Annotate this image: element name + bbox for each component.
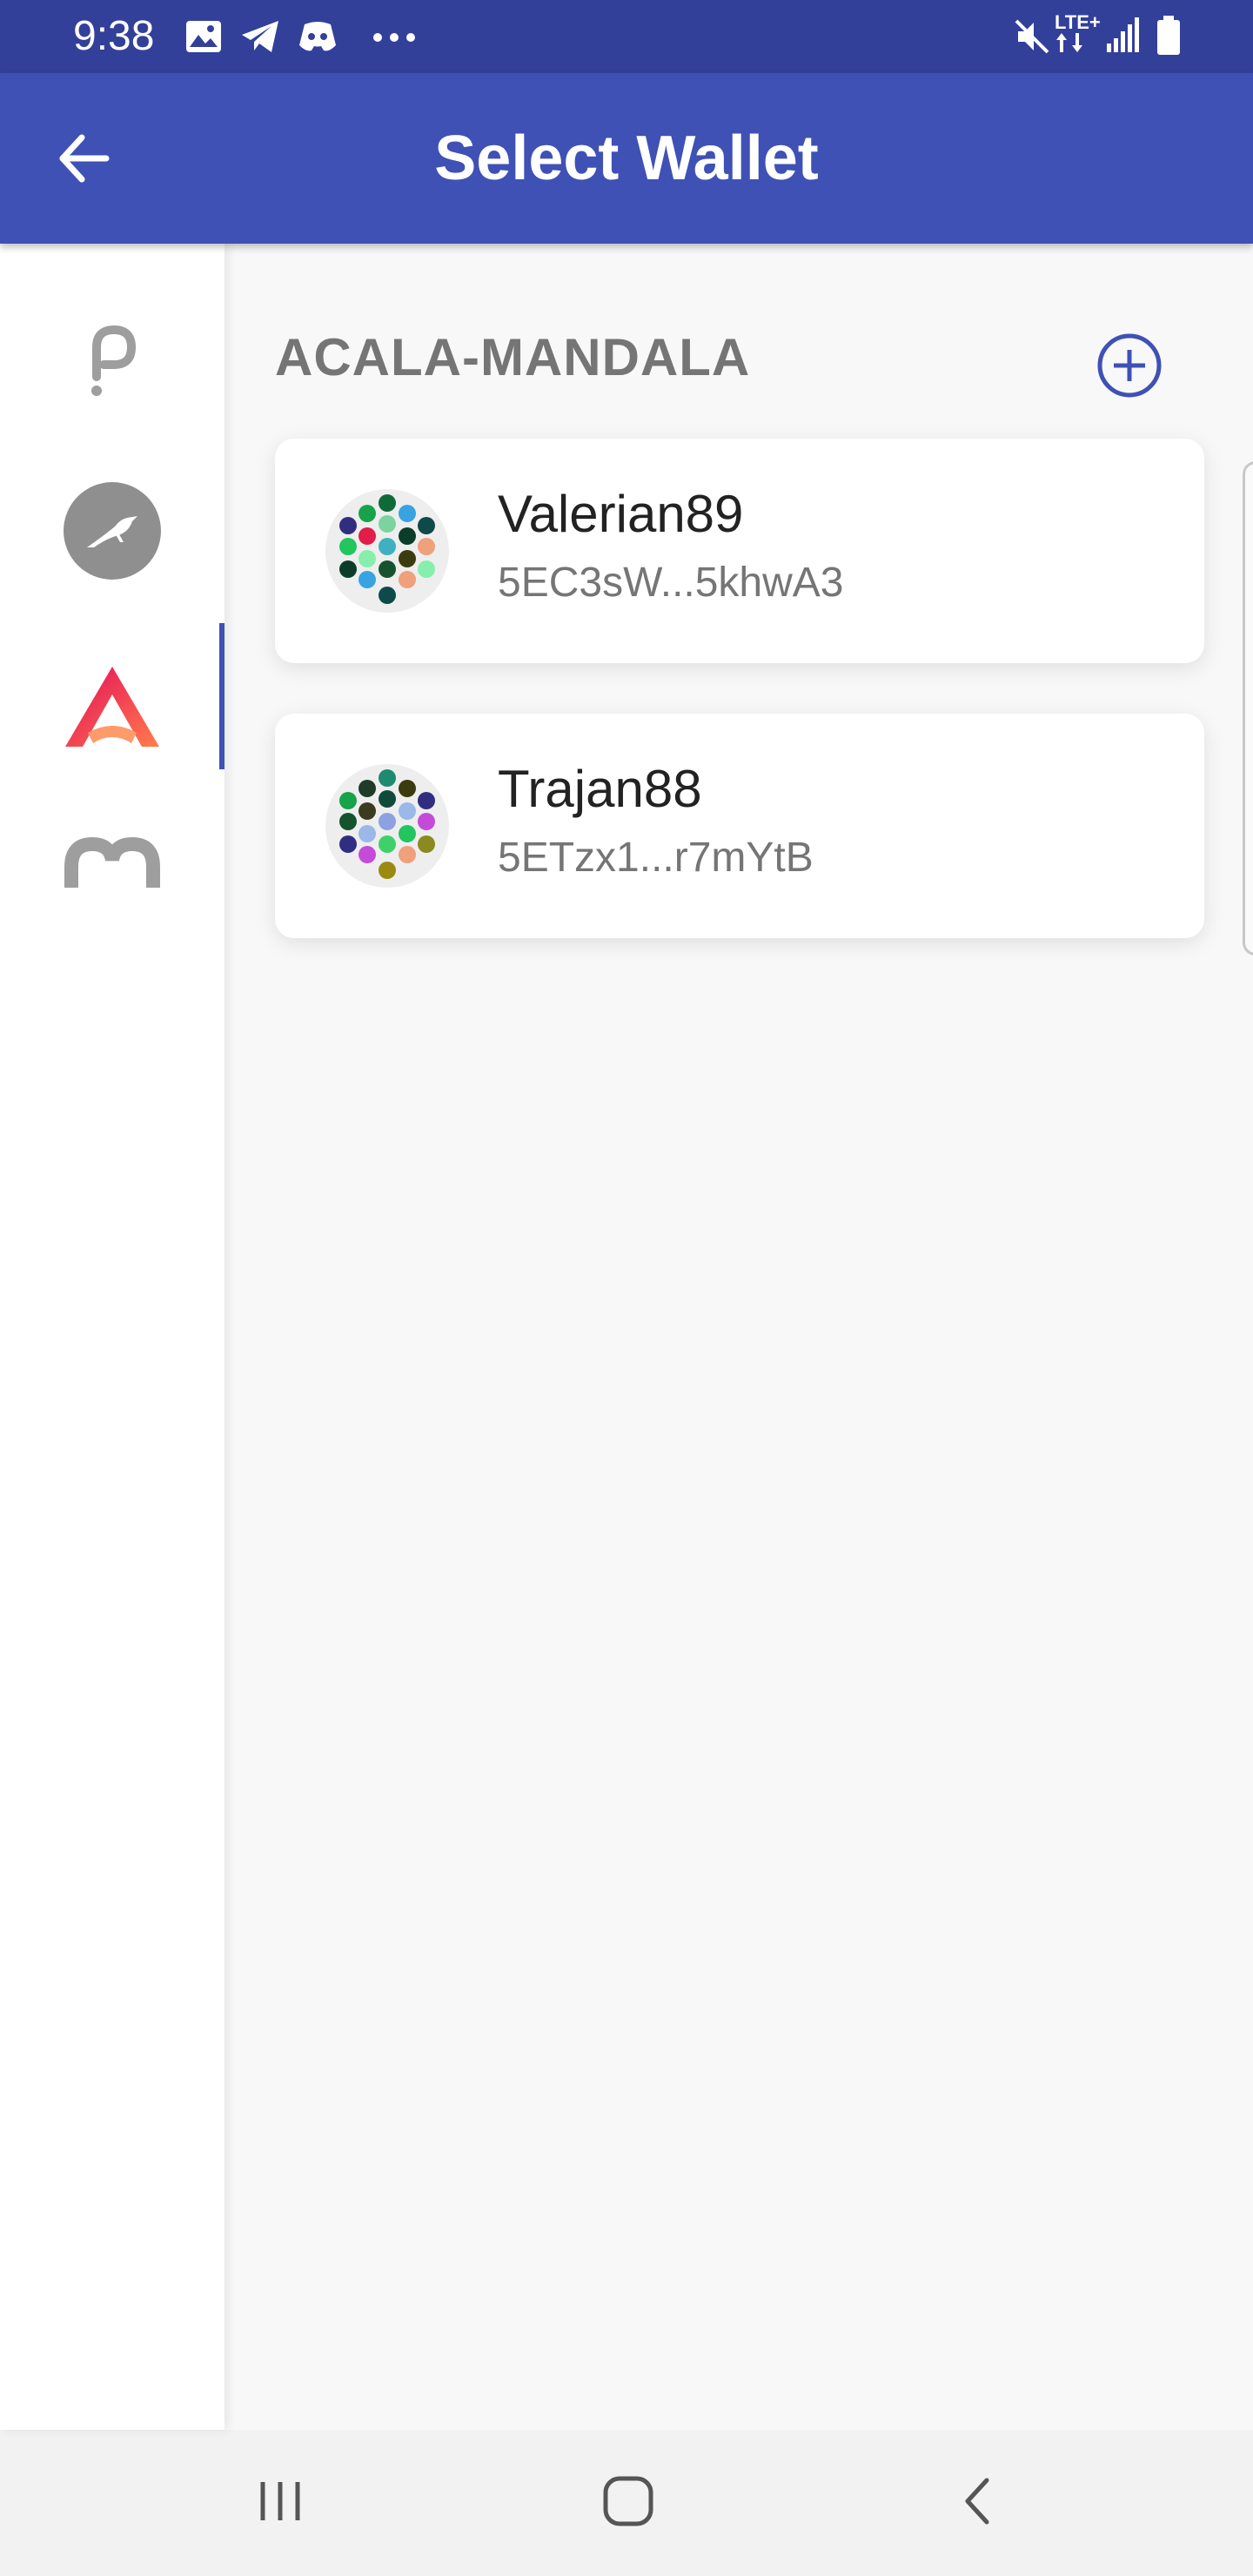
- recent-apps-button[interactable]: [228, 2451, 332, 2555]
- more-dots-icon: [372, 31, 416, 47]
- nav-back-button[interactable]: [926, 2451, 1030, 2555]
- mute-icon: [1013, 17, 1051, 60]
- lte-label: LTE+: [1055, 11, 1101, 33]
- section-title: ACALA-MANDALA: [275, 328, 751, 386]
- system-nav-bar: [0, 2430, 1253, 2576]
- avatar: [325, 489, 449, 613]
- network-item-acala[interactable]: [0, 623, 224, 794]
- acala-icon: [62, 663, 163, 755]
- edge-panel-handle[interactable]: [1243, 461, 1253, 956]
- status-time: 9:38: [73, 13, 155, 59]
- network-item-polkadot[interactable]: [0, 277, 224, 447]
- laminar-icon: [64, 835, 160, 888]
- app-bar: Select Wallet: [0, 73, 1253, 244]
- account-card[interactable]: Trajan88 5ETzx1...r7mYtB: [275, 714, 1204, 938]
- network-item-laminar[interactable]: [0, 835, 224, 888]
- lte-icon: LTE+: [1055, 12, 1103, 57]
- status-bar: 9:38 LTE+: [0, 0, 1253, 73]
- avatar: [325, 764, 449, 888]
- discord-icon: [298, 19, 338, 58]
- plus-circle-icon: [1096, 332, 1163, 403]
- network-item-kusama[interactable]: [0, 447, 224, 618]
- account-name: Trajan88: [498, 760, 702, 818]
- kusama-icon: [63, 481, 162, 585]
- active-network-indicator: [219, 623, 224, 769]
- account-address: 5ETzx1...r7mYtB: [498, 835, 814, 881]
- account-address: 5EC3sW...5khwA3: [498, 560, 844, 606]
- page-title: Select Wallet: [434, 124, 819, 193]
- home-button[interactable]: [576, 2451, 680, 2555]
- battery-icon: [1156, 16, 1182, 60]
- back-icon: [952, 2475, 1004, 2532]
- polkadot-icon: [77, 321, 147, 404]
- image-icon: [184, 19, 223, 58]
- recent-apps-icon: [254, 2475, 306, 2532]
- account-card[interactable]: Valerian89 5EC3sW...5khwA3: [275, 439, 1204, 663]
- account-name: Valerian89: [498, 485, 744, 543]
- signal-icon: [1105, 17, 1142, 58]
- add-account-button[interactable]: [1093, 331, 1166, 404]
- telegram-icon: [240, 19, 280, 58]
- home-icon: [600, 2473, 656, 2533]
